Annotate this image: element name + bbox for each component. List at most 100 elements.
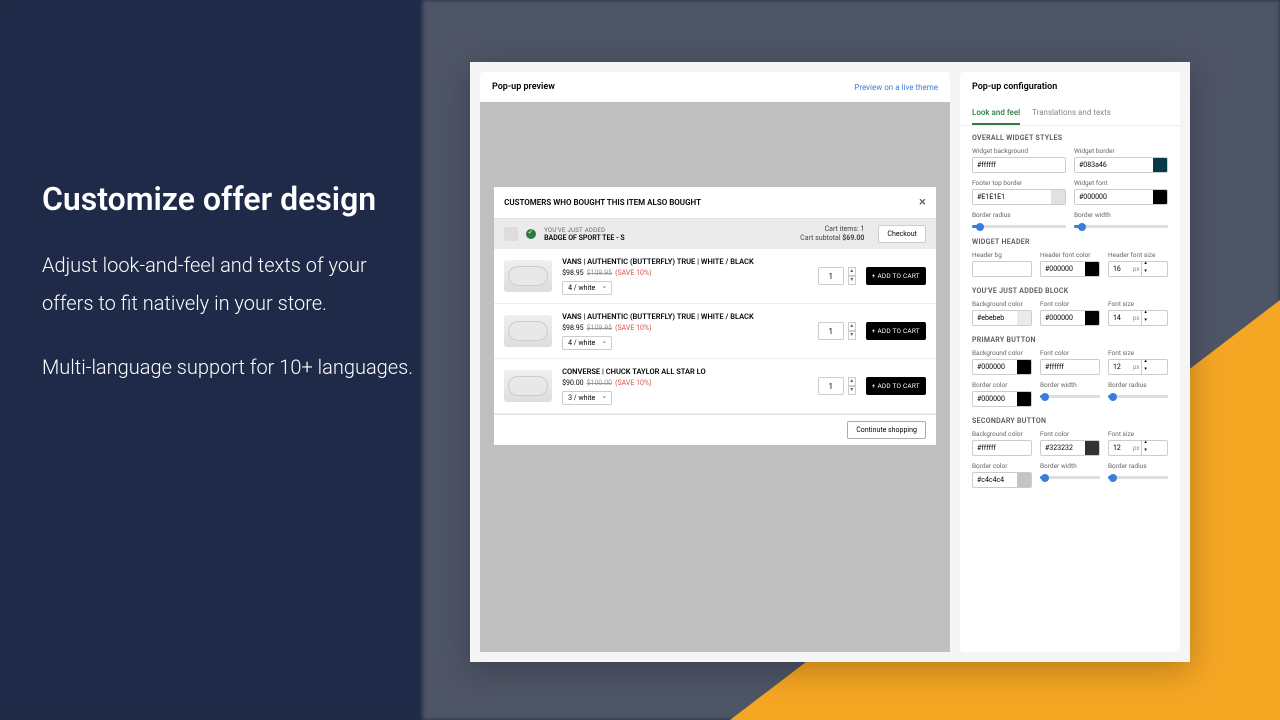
primary-bg-input[interactable] (972, 359, 1032, 375)
preview-panel: Pop-up preview Preview on a live theme C… (480, 72, 950, 652)
tab-translations[interactable]: Translations and texts (1032, 102, 1111, 125)
header-color-label: Header font color (1040, 251, 1100, 259)
just-added-block: YOU'VE JUST ADDED BADGE OF SPORT TEE - S… (494, 219, 936, 249)
product-row: VANS | AUTHENTIC (BUTTERFLY) TRUE | WHIT… (494, 249, 936, 304)
headline: Customize offer design (42, 180, 422, 218)
quantity-input[interactable] (818, 267, 844, 285)
added-product-thumb (504, 227, 518, 241)
variant-select[interactable]: 4 / white (562, 336, 612, 350)
tab-look-and-feel[interactable]: Look and feel (972, 102, 1020, 125)
primary-radius-label: Border radius (1108, 381, 1168, 389)
primary-color-input[interactable] (1040, 359, 1100, 375)
secondary-bwidth-label: Border width (1040, 462, 1100, 470)
primary-bwidth-slider[interactable] (1040, 395, 1100, 398)
preview-title: Pop-up preview (492, 82, 555, 92)
widget-border-label: Widget border (1074, 147, 1168, 155)
secondary-size-label: Font size (1108, 430, 1168, 438)
primary-radius-slider[interactable] (1108, 395, 1168, 398)
secondary-border-input[interactable] (972, 472, 1032, 488)
header-size-input[interactable]: px▴▾ (1108, 261, 1168, 277)
secondary-size-input[interactable]: px▴▾ (1108, 440, 1168, 456)
preview-live-link[interactable]: Preview on a live theme (854, 83, 938, 92)
primary-size-label: Font size (1108, 349, 1168, 357)
section-overall: OVERALL WIDGET STYLES (972, 134, 1168, 142)
preview-canvas: CUSTOMERS WHO BOUGHT THIS ITEM ALSO BOUG… (480, 102, 950, 652)
product-row: CONVERSE | CHUCK TAYLOR ALL STAR LO $90.… (494, 359, 936, 414)
check-icon (526, 229, 536, 239)
widget-bg-input[interactable] (972, 157, 1066, 173)
app-window: Pop-up preview Preview on a live theme C… (470, 62, 1190, 662)
added-size-input[interactable]: px▴▾ (1108, 310, 1168, 326)
secondary-color-label: Font color (1040, 430, 1100, 438)
marketing-copy: Customize offer design Adjust look-and-f… (42, 180, 422, 412)
product-name: VANS | AUTHENTIC (BUTTERFLY) TRUE | WHIT… (562, 312, 808, 321)
product-price: $98.95$109.95(SAVE 10%) (562, 324, 808, 332)
primary-bwidth-label: Border width (1040, 381, 1100, 389)
header-bg-input[interactable] (972, 261, 1032, 277)
config-panel: Pop-up configuration Look and feel Trans… (960, 72, 1180, 652)
popup-title: CUSTOMERS WHO BOUGHT THIS ITEM ALSO BOUG… (504, 198, 701, 207)
widget-font-label: Widget font (1074, 179, 1168, 187)
widget-bg-label: Widget background (972, 147, 1066, 155)
product-name: VANS | AUTHENTIC (BUTTERFLY) TRUE | WHIT… (562, 257, 808, 266)
secondary-border-label: Border color (972, 462, 1032, 470)
header-size-label: Header font size (1108, 251, 1168, 259)
paragraph-1: Adjust look-and-feel and texts of your o… (42, 246, 422, 322)
secondary-bg-label: Background color (972, 430, 1032, 438)
section-added: YOU'VE JUST ADDED BLOCK (972, 287, 1168, 295)
product-name: CONVERSE | CHUCK TAYLOR ALL STAR LO (562, 367, 808, 376)
product-price: $98.95$109.95(SAVE 10%) (562, 269, 808, 277)
secondary-bg-input[interactable] (972, 440, 1032, 456)
add-to-cart-button[interactable]: + ADD TO CART (866, 267, 926, 285)
overall-radius-label: Border radius (972, 211, 1066, 219)
product-row: VANS | AUTHENTIC (BUTTERFLY) TRUE | WHIT… (494, 304, 936, 359)
secondary-bwidth-slider[interactable] (1040, 476, 1100, 479)
primary-size-input[interactable]: px▴▾ (1108, 359, 1168, 375)
product-price: $90.00$100.00(SAVE 10%) (562, 379, 808, 387)
added-label: YOU'VE JUST ADDED (544, 227, 792, 234)
added-size-label: Font size (1108, 300, 1168, 308)
widget-font-input[interactable] (1074, 189, 1168, 205)
checkout-button[interactable]: Checkout (878, 225, 925, 243)
close-icon[interactable]: × (919, 195, 926, 210)
secondary-radius-label: Border radius (1108, 462, 1168, 470)
overall-bwidth-slider[interactable] (1074, 225, 1168, 228)
quantity-input[interactable] (818, 377, 844, 395)
primary-bg-label: Background color (972, 349, 1032, 357)
widget-border-input[interactable] (1074, 157, 1168, 173)
header-bg-label: Header bg (972, 251, 1032, 259)
product-image (504, 370, 552, 402)
added-bg-input[interactable] (972, 310, 1032, 326)
variant-select[interactable]: 4 / white (562, 281, 612, 295)
section-header: WIDGET HEADER (972, 238, 1168, 246)
added-product-name: BADGE OF SPORT TEE - S (544, 234, 792, 242)
overall-radius-slider[interactable] (972, 225, 1066, 228)
added-bg-label: Background color (972, 300, 1032, 308)
paragraph-2: Multi-language support for 10+ languages… (42, 348, 422, 386)
section-primary: PRIMARY BUTTON (972, 336, 1168, 344)
add-to-cart-button[interactable]: + ADD TO CART (866, 322, 926, 340)
primary-border-label: Border color (972, 381, 1032, 389)
quantity-stepper[interactable]: ▴▾ (848, 322, 856, 340)
footer-border-input[interactable] (972, 189, 1066, 205)
variant-select[interactable]: 3 / white (562, 391, 612, 405)
secondary-radius-slider[interactable] (1108, 476, 1168, 479)
primary-color-label: Font color (1040, 349, 1100, 357)
quantity-stepper[interactable]: ▴▾ (848, 267, 856, 285)
secondary-color-input[interactable] (1040, 440, 1100, 456)
popup-widget: CUSTOMERS WHO BOUGHT THIS ITEM ALSO BOUG… (494, 187, 936, 445)
footer-border-label: Footer top border (972, 179, 1066, 187)
cart-summary: Cart items: 1 Cart subtotal $69.00 (800, 225, 864, 243)
continue-shopping-button[interactable]: Continute shopping (847, 421, 926, 439)
header-color-input[interactable] (1040, 261, 1100, 277)
added-color-input[interactable] (1040, 310, 1100, 326)
primary-border-input[interactable] (972, 391, 1032, 407)
product-image (504, 260, 552, 292)
quantity-input[interactable] (818, 322, 844, 340)
quantity-stepper[interactable]: ▴▾ (848, 377, 856, 395)
add-to-cart-button[interactable]: + ADD TO CART (866, 377, 926, 395)
section-secondary: SECONDARY BUTTON (972, 417, 1168, 425)
product-image (504, 315, 552, 347)
added-color-label: Font color (1040, 300, 1100, 308)
overall-bwidth-label: Border width (1074, 211, 1168, 219)
